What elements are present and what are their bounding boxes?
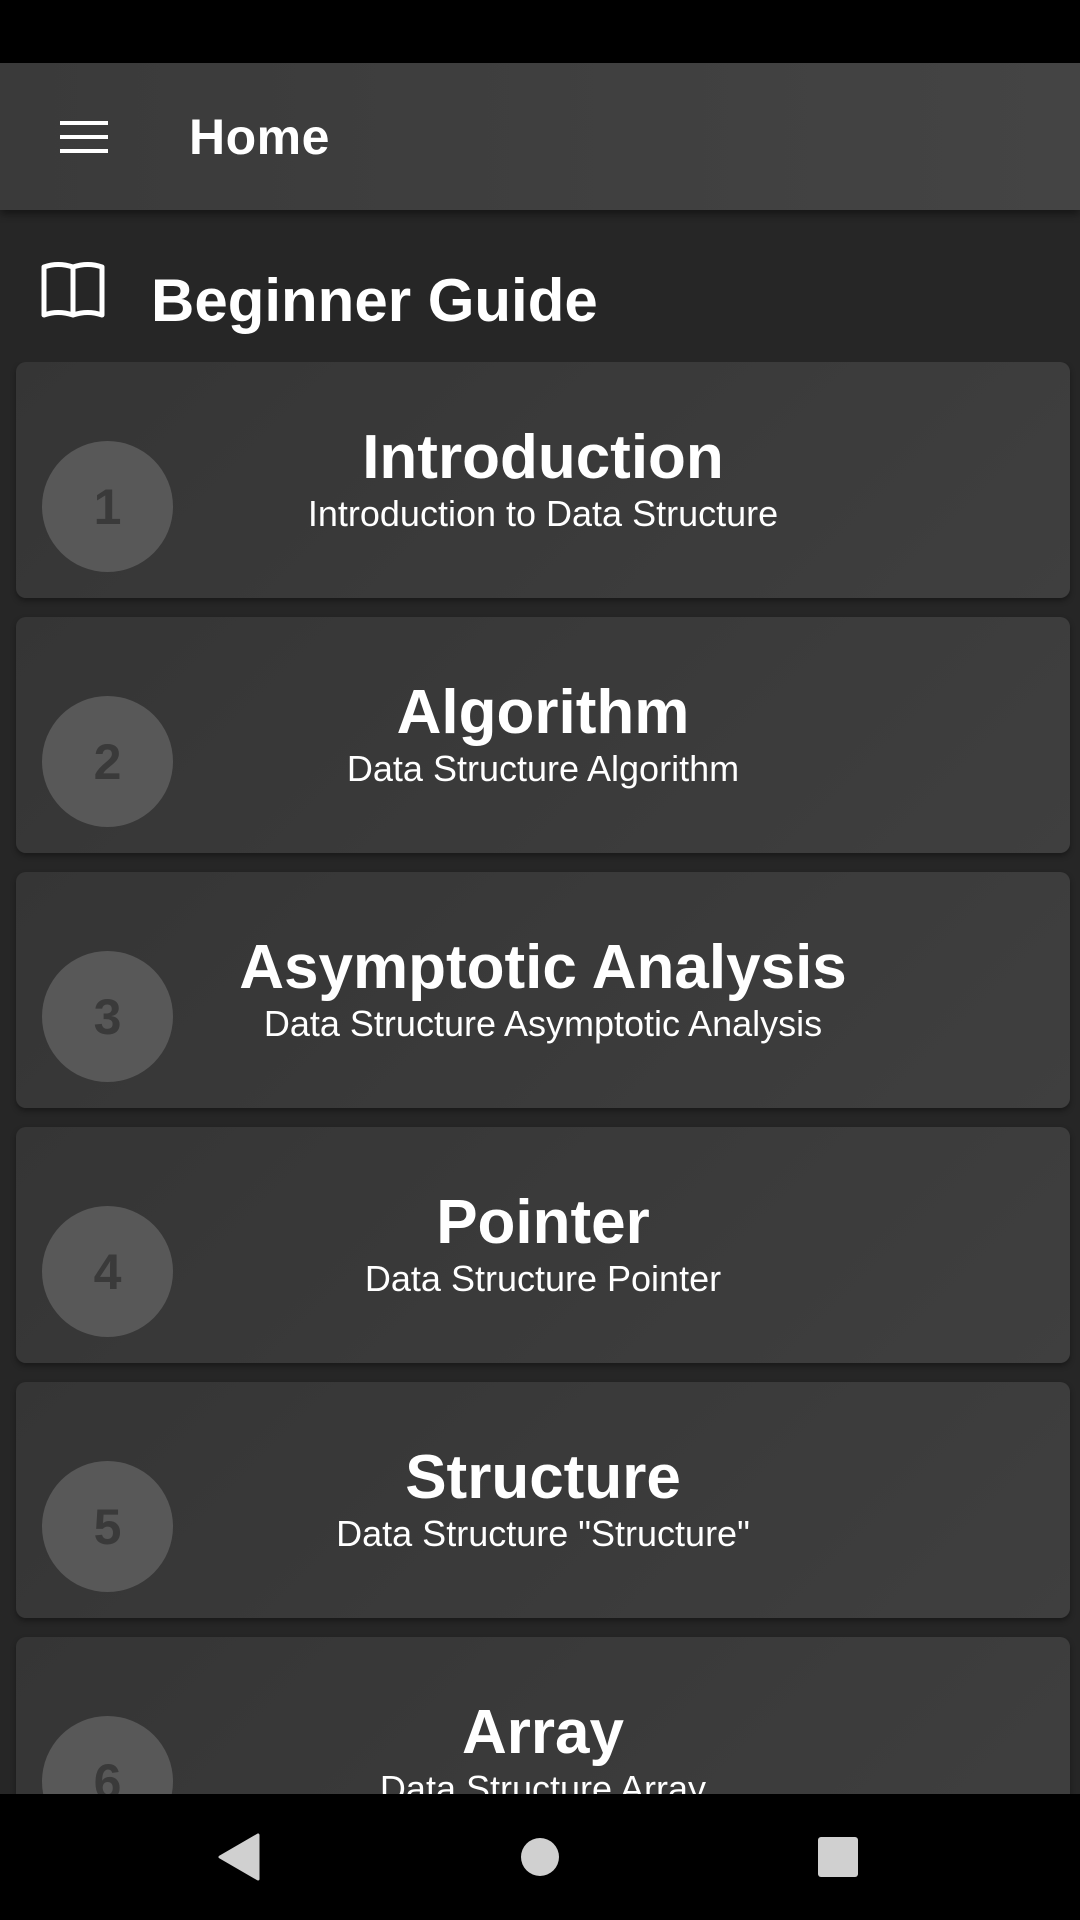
topic-text: Pointer Data Structure Pointer <box>16 1187 1070 1299</box>
section-header: Beginner Guide <box>0 225 1080 355</box>
topic-text: Array Data Structure Array <box>16 1697 1070 1794</box>
screen: Home Beginner Guide 1 Introduction Intro… <box>0 0 1080 1920</box>
topic-subtitle: Data Structure Asymptotic Analysis <box>263 1003 823 1044</box>
topic-card-structure[interactable]: 5 Structure Data Structure "Structure" <box>16 1382 1070 1618</box>
topic-title: Structure <box>405 1443 681 1512</box>
topic-subtitle: Introduction to Data Structure <box>307 493 779 534</box>
topic-list[interactable]: 1 Introduction Introduction to Data Stru… <box>0 362 1080 1794</box>
topic-text: Structure Data Structure "Structure" <box>16 1442 1070 1554</box>
page-title: Home <box>189 109 330 165</box>
topic-title: Asymptotic Analysis <box>239 933 847 1002</box>
topic-card-array[interactable]: 6 Array Data Structure Array <box>16 1637 1070 1794</box>
back-triangle-icon <box>218 1833 260 1881</box>
hamburger-menu-icon <box>60 121 108 153</box>
topic-title: Array <box>462 1698 624 1767</box>
topic-subtitle: Data Structure Pointer <box>364 1258 722 1299</box>
topic-text: Algorithm Data Structure Algorithm <box>16 677 1070 789</box>
app-bar: Home <box>0 63 1080 210</box>
topic-subtitle: Data Structure Array <box>379 1768 707 1795</box>
topic-title: Pointer <box>436 1188 650 1257</box>
menu-button[interactable] <box>36 99 132 175</box>
topic-title: Introduction <box>362 423 724 492</box>
nav-home-button[interactable] <box>500 1822 580 1892</box>
system-navigation-bar <box>0 1794 1080 1920</box>
home-circle-icon <box>521 1838 559 1876</box>
topic-title: Algorithm <box>396 678 690 747</box>
nav-back-button[interactable] <box>199 1822 279 1892</box>
topic-card-introduction[interactable]: 1 Introduction Introduction to Data Stru… <box>16 362 1070 598</box>
topic-card-pointer[interactable]: 4 Pointer Data Structure Pointer <box>16 1127 1070 1363</box>
topic-text: Introduction Introduction to Data Struct… <box>16 422 1070 534</box>
section-title: Beginner Guide <box>151 267 598 334</box>
topic-card-asymptotic-analysis[interactable]: 3 Asymptotic Analysis Data Structure Asy… <box>16 872 1070 1108</box>
topic-subtitle: Data Structure "Structure" <box>336 1513 750 1554</box>
topic-text: Asymptotic Analysis Data Structure Asymp… <box>16 932 1070 1044</box>
nav-recents-button[interactable] <box>798 1822 878 1892</box>
topic-subtitle: Data Structure Algorithm <box>346 748 740 789</box>
status-bar <box>0 0 1080 63</box>
topic-card-algorithm[interactable]: 2 Algorithm Data Structure Algorithm <box>16 617 1070 853</box>
recents-square-icon <box>818 1837 858 1877</box>
open-book-icon <box>41 262 105 318</box>
